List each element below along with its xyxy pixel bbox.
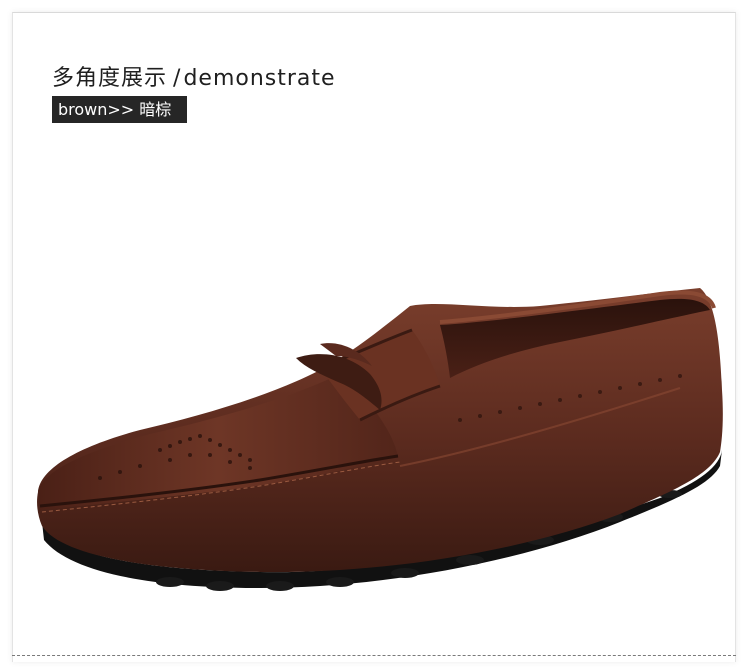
title-separator: / <box>173 66 182 91</box>
bottom-divider <box>12 655 736 656</box>
title-english: demonstrate <box>183 66 336 91</box>
page-title: 多角度展示/demonstrate <box>52 60 336 92</box>
title-chinese: 多角度展示 <box>52 66 168 91</box>
color-tag: brown>> 暗棕 <box>52 96 187 123</box>
brown-leather-loafer-icon <box>37 288 723 591</box>
